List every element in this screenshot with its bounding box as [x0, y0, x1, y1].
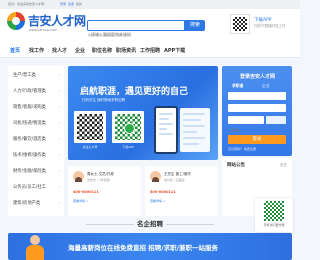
notice-more-link[interactable]: 更多 [280, 163, 287, 168]
nav-app-download[interactable]: APP下载 [162, 44, 187, 58]
nav-job-names[interactable]: 职位名称 [90, 44, 114, 58]
nav-find-talent[interactable]: 找人才 [50, 44, 69, 58]
floating-app-qr[interactable]: 手机访问更方便 [255, 198, 293, 232]
hero-banner[interactable]: 启航职涯，遇见更好的自己 扫码关注 随时随地求职招聘 关注公众号 下载APP [68, 66, 218, 160]
app-qr-code-icon [112, 111, 144, 143]
app-qr-code-icon [264, 201, 284, 221]
nav-home[interactable]: 首页 [8, 44, 22, 58]
nav-recruitment[interactable]: 工作招聘 [138, 44, 162, 58]
sidebar-item-production[interactable]: 生产/普工类 [13, 72, 36, 78]
captcha-field-wrap [228, 116, 264, 134]
app-download-subtitle: 扫码下载随时找工作 [254, 24, 286, 28]
card-meta: 吉州区 | 应届生 [164, 178, 185, 182]
banner-title: 启航职涯，遇见更好的自己 [80, 87, 189, 97]
topbar-register-link[interactable]: 注册 [68, 0, 74, 9]
main-nav: 首页 找工作 找人才 企业 职位名称 职场资讯 工作招聘 APP下载 [0, 44, 300, 58]
avatar [150, 171, 161, 182]
login-panel: 登录吉安人才网 求职者 企业 登录 忘记密码？ 免费注册 [222, 66, 292, 156]
chevron-right-icon: › [58, 152, 60, 157]
login-button[interactable]: 登录 [228, 135, 286, 144]
avatar [73, 171, 84, 182]
username-field-wrap [228, 92, 286, 110]
chevron-right-icon: › [58, 120, 60, 125]
search-box [87, 20, 185, 39]
tab-employer[interactable]: 企业 [262, 83, 270, 89]
login-footer-links[interactable]: 忘记密码？ 免费注册 [228, 147, 256, 151]
logo-icon[interactable] [7, 12, 25, 30]
site-url: www.jarczp.com [29, 28, 58, 32]
login-title: 登录吉安人才网 [240, 74, 276, 80]
welcome-text: 您好！欢迎来到吉安人才网 [8, 2, 45, 6]
site-logo-text[interactable]: 吉安人才网 [28, 12, 86, 29]
card-phone: 400-0000111 [150, 190, 176, 194]
nav-career-news[interactable]: 职场资讯 [114, 44, 138, 58]
card-phone: 400-0000111 [73, 190, 99, 194]
chevron-right-icon: › [58, 104, 60, 109]
sidebar-item-finance[interactable]: 财务/金融/保险类 [13, 168, 46, 174]
notice-title: 网站公告 [227, 163, 245, 168]
person-illustration-icon [24, 235, 46, 260]
card-name: 王先生 普工/操作 [164, 172, 191, 176]
sidebar-item-service[interactable]: 服务/餐饮/酒店类 [13, 136, 46, 142]
app-download-title[interactable]: 下载APP [254, 17, 272, 23]
topbar-login-link[interactable]: 登录 [60, 0, 66, 9]
card-detail-link[interactable]: 查看详情 > [73, 199, 88, 203]
sidebar-item-civil[interactable]: 公务员/员工/社工 [13, 184, 46, 190]
job-card[interactable]: 周女士 文员/行政 吉安市 | 3年经验 400-0000111 查看详情 > [68, 166, 141, 216]
banner-subtitle: 扫码关注 随时随地求职招聘 [82, 98, 126, 102]
sidebar-item-logistics[interactable]: 司机/快递/物流类 [13, 120, 46, 126]
category-sidebar: 生产/普工类 › 人力/行政/管理类 › 销售/客服/采购类 › 司机/快递/物… [8, 66, 64, 216]
card-name: 周女士 文员/行政 [87, 172, 114, 176]
chevron-right-icon: › [58, 200, 60, 205]
card-detail-link[interactable]: 查看详情 > [150, 199, 165, 203]
sidebar-item-hr[interactable]: 人力/行政/管理类 [13, 88, 46, 94]
sidebar-item-construction[interactable]: 建筑/房地产类 [13, 200, 40, 206]
nav-company[interactable]: 企业 [73, 44, 87, 58]
search-button[interactable]: 搜索 [185, 20, 205, 31]
captcha-field[interactable] [228, 126, 264, 134]
sidebar-item-sales[interactable]: 销售/客服/采购类 [13, 104, 46, 110]
captcha-image[interactable] [266, 116, 286, 124]
card-meta: 吉安市 | 3年经验 [87, 178, 110, 182]
chevron-right-icon: › [58, 136, 60, 141]
app-screen-mockup-icon [180, 108, 210, 152]
section-divider [166, 224, 214, 225]
chevron-right-icon: › [58, 72, 60, 77]
app-qr-code-icon [230, 14, 250, 34]
hot-keywords[interactable]: 热门: 会计 司机 普工 销售 文员 [88, 33, 130, 37]
sidebar-item-technical[interactable]: 技术/维修/操作类 [13, 152, 46, 158]
job-card[interactable]: 王先生 普工/操作 吉州区 | 应届生 400-0000111 查看详情 > [145, 166, 218, 216]
nav-find-job[interactable]: 找工作 [27, 44, 46, 58]
promo-banner[interactable]: 海量高薪岗位在线免费直招 招聘/求职/兼职一站服务 [8, 233, 292, 260]
top-bar: 您好！欢迎来到吉安人才网 登录 注册 我的 [0, 0, 300, 9]
tab-jobseeker[interactable]: 求职者 [232, 83, 243, 89]
qr2-caption: 下载APP [122, 145, 134, 149]
topbar-my-link[interactable]: 我的 [76, 0, 82, 9]
qr1-caption: 关注公众号 [82, 145, 98, 149]
wechat-qr-code-icon [74, 111, 106, 143]
password-field-wrap [228, 104, 286, 122]
promo-text: 海量高薪岗位在线免费直招 招聘/求职/兼职一站服务 [68, 244, 219, 252]
phone-mockup-icon [154, 106, 178, 154]
chevron-right-icon: › [58, 168, 60, 173]
chevron-right-icon: › [58, 184, 60, 189]
floating-qr-caption: 手机访问更方便 [263, 223, 285, 227]
chevron-right-icon: › [58, 88, 60, 93]
